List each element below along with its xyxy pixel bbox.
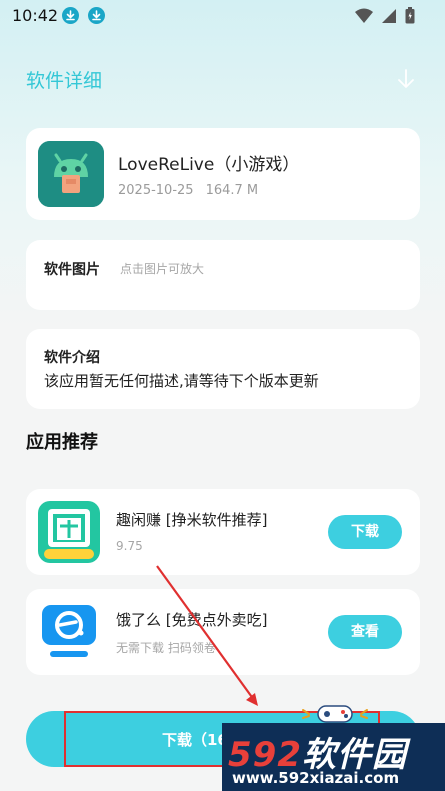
screenshots-hint: 点击图片可放大	[120, 262, 205, 276]
description-text: 该应用暂无任何描述,请等待下个版本更新	[44, 372, 319, 390]
recommend-download-button[interactable]: 下载	[328, 515, 402, 549]
qu-xian-zhuan-icon	[38, 501, 100, 563]
recommend-item[interactable]: 饿了么 [免费点外卖吃] 无需下载 扫码领卷 查看	[26, 589, 420, 675]
screenshots-card: 软件图片 点击图片可放大	[26, 240, 420, 310]
battery-icon	[405, 7, 415, 24]
description-title: 软件介绍	[44, 350, 100, 366]
app-meta: 2025-10-25 164.7 M	[118, 183, 270, 198]
recommend-item-name: 饿了么 [免费点外卖吃]	[116, 611, 268, 629]
status-bar: 10:42	[0, 0, 445, 32]
recommend-item-sub: 9.75	[116, 539, 143, 553]
watermark-logo: 592软件园 www.592xiazai.com	[222, 723, 445, 791]
recommend-item-sub: 无需下载 扫码领卷	[116, 641, 216, 655]
app-size: 164.7 M	[205, 183, 259, 198]
android-robot-icon	[38, 141, 104, 207]
page-title: 软件详细	[26, 70, 103, 92]
wifi-icon	[355, 8, 373, 23]
eleme-icon	[38, 601, 100, 663]
download-notification-icon	[88, 7, 105, 24]
app-date: 2025-10-25	[118, 183, 194, 198]
watermark-url: www.592xiazai.com	[232, 769, 400, 787]
recommend-heading: 应用推荐	[26, 432, 98, 453]
status-time: 10:42	[12, 6, 59, 25]
app-name: LoveReLive（小游戏）	[118, 155, 300, 175]
recommend-item-name: 趣闲赚 [挣米软件推荐]	[116, 511, 268, 529]
recommend-item[interactable]: 趣闲赚 [挣米软件推荐] 9.75 下载	[26, 489, 420, 575]
signal-icon	[382, 8, 396, 23]
app-info-card: LoveReLive（小游戏） 2025-10-25 164.7 M	[26, 128, 420, 220]
description-card: 软件介绍 该应用暂无任何描述,请等待下个版本更新	[26, 329, 420, 409]
screenshots-title: 软件图片	[44, 262, 100, 278]
download-notification-icon	[62, 7, 79, 24]
recommend-view-button[interactable]: 查看	[328, 615, 402, 649]
download-arrow-icon[interactable]	[397, 68, 415, 90]
